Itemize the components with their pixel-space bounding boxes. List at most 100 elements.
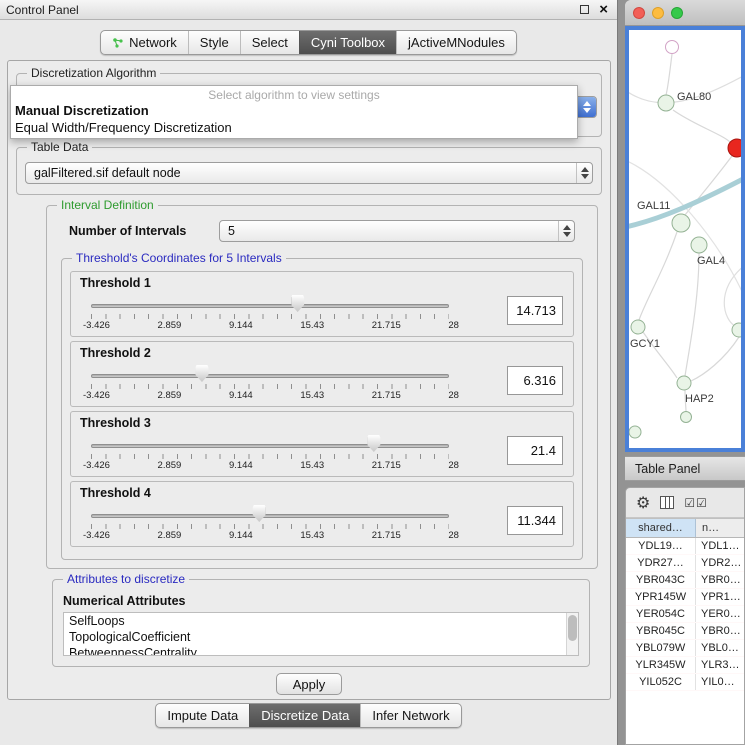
table-cell[interactable]: YDL1… (696, 538, 744, 554)
slider-thumb[interactable] (291, 295, 304, 312)
threshold-4-value-field[interactable]: 11.344 (507, 506, 563, 535)
table-cell[interactable]: YPR1… (696, 589, 744, 605)
table-cell[interactable]: YDR2… (696, 555, 744, 571)
minimize-traffic-light[interactable] (652, 7, 664, 19)
threshold-3-value-field[interactable]: 21.4 (507, 436, 563, 465)
network-node[interactable] (666, 41, 679, 54)
table-row[interactable]: YDR27…YDR2… (626, 555, 744, 572)
slider-thumb[interactable] (195, 365, 208, 382)
network-node[interactable] (691, 237, 707, 253)
table-row[interactable]: YER054CYER0… (626, 606, 744, 623)
slider-track[interactable] (91, 444, 449, 448)
list-scrollbar[interactable] (566, 613, 578, 655)
number-of-intervals-combobox[interactable]: 5 (219, 220, 575, 242)
network-node[interactable] (658, 95, 674, 111)
tab-discretize-data-label: Discretize Data (261, 708, 349, 723)
table-cell[interactable]: YER054C (626, 606, 696, 622)
gear-icon[interactable]: ⚙ (636, 493, 650, 513)
slider-ticks (91, 314, 449, 319)
threshold-1-value-field[interactable]: 14.713 (507, 296, 563, 325)
close-icon[interactable]: × (599, 1, 608, 19)
table-row[interactable]: YLR345WYLR3… (626, 657, 744, 674)
list-item[interactable]: SelfLoops (64, 613, 578, 629)
network-node[interactable] (631, 320, 645, 334)
threshold-4-slider[interactable]: -3.426 2.859 9.144 15.43 21.715 28 (91, 504, 449, 542)
columns-icon[interactable] (660, 496, 674, 509)
tab-discretize-data[interactable]: Discretize Data (249, 704, 360, 727)
network-canvas[interactable]: GAL80GAL11GAL4GCY1HAP2 (625, 26, 745, 452)
threshold-label: Threshold 2 (80, 346, 573, 360)
tab-infer-network-label: Infer Network (372, 708, 449, 723)
table-cell[interactable]: YBR043C (626, 572, 696, 588)
network-node[interactable] (728, 139, 741, 157)
zoom-traffic-light[interactable] (671, 7, 683, 19)
table-cell[interactable]: YPR145W (626, 589, 696, 605)
network-edge[interactable] (666, 54, 672, 95)
network-node[interactable] (681, 412, 692, 423)
list-item[interactable]: BetweennessCentrality (64, 645, 578, 656)
table-cell[interactable]: YBL079W (626, 640, 696, 656)
table-cell[interactable]: YBR0… (696, 623, 744, 639)
network-node[interactable] (732, 323, 741, 337)
table-cell[interactable]: YIL052C (626, 674, 696, 690)
table-cell[interactable]: YLR345W (626, 657, 696, 673)
attributes-group-title: Attributes to discretize (63, 572, 189, 586)
combo-arrows-icon[interactable] (558, 221, 574, 241)
column-header-shared-name[interactable]: shared… (626, 519, 696, 537)
network-edge[interactable] (673, 110, 731, 143)
slider-track[interactable] (91, 304, 449, 308)
slider-tick-labels: -3.426 2.859 9.144 15.43 21.715 28 (83, 390, 459, 401)
table-cell[interactable]: YBR0… (696, 572, 744, 588)
tab-style-label: Style (200, 35, 229, 50)
network-node[interactable] (629, 426, 641, 438)
select-columns-icon[interactable]: ☑☑ (684, 496, 708, 510)
float-window-icon[interactable] (580, 5, 589, 14)
network-edge[interactable] (691, 337, 739, 381)
table-cell[interactable]: YLR3… (696, 657, 744, 673)
threshold-3-slider[interactable]: -3.426 2.859 9.144 15.43 21.715 28 (91, 434, 449, 472)
tab-impute-data[interactable]: Impute Data (156, 704, 249, 727)
list-item[interactable]: TopologicalCoefficient (64, 629, 578, 645)
close-traffic-light[interactable] (633, 7, 645, 19)
combo-arrows-icon[interactable] (576, 163, 592, 183)
network-edge[interactable] (685, 253, 699, 376)
threshold-2-slider[interactable]: -3.426 2.859 9.144 15.43 21.715 28 (91, 364, 449, 402)
table-cell[interactable]: YBL0… (696, 640, 744, 656)
tab-cyni-toolbox[interactable]: Cyni Toolbox (299, 31, 396, 54)
threshold-1-slider[interactable]: -3.426 2.859 9.144 15.43 21.715 28 (91, 294, 449, 332)
table-panel-header[interactable]: Table Panel (625, 456, 745, 481)
tick-label: 2.859 (158, 320, 182, 331)
slider-thumb[interactable] (253, 505, 266, 522)
table-row[interactable]: YDL19…YDL1… (626, 538, 744, 555)
slider-thumb[interactable] (367, 435, 380, 452)
tab-jactivemnodules[interactable]: jActiveMNodules (396, 31, 516, 54)
table-row[interactable]: YIL052CYIL0… (626, 674, 744, 691)
combo-stepper-icon[interactable] (578, 97, 596, 117)
slider-track[interactable] (91, 514, 449, 518)
tick-label: 9.144 (229, 320, 253, 331)
table-cell[interactable]: YER0… (696, 606, 744, 622)
network-node[interactable] (677, 376, 691, 390)
table-row[interactable]: YBR045CYBR0… (626, 623, 744, 640)
table-row[interactable]: YBR043CYBR0… (626, 572, 744, 589)
tick-label: 2.859 (158, 530, 182, 541)
network-node[interactable] (672, 214, 690, 232)
tab-infer-network[interactable]: Infer Network (360, 704, 460, 727)
popup-item-manual-discretization[interactable]: Manual Discretization (11, 102, 577, 119)
tab-select[interactable]: Select (240, 31, 299, 54)
table-cell[interactable]: YDR27… (626, 555, 696, 571)
slider-track[interactable] (91, 374, 449, 378)
table-data-combobox[interactable]: galFiltered.sif default node (25, 162, 593, 184)
table-row[interactable]: YBL079WYBL0… (626, 640, 744, 657)
threshold-2-value-field[interactable]: 6.316 (507, 366, 563, 395)
table-cell[interactable]: YIL0… (696, 674, 744, 690)
apply-button[interactable]: Apply (276, 673, 342, 695)
column-header-name[interactable]: n… (696, 519, 744, 537)
network-edge[interactable] (639, 232, 677, 320)
popup-item-equal-width-frequency[interactable]: Equal Width/Frequency Discretization (11, 119, 577, 136)
table-cell[interactable]: YBR045C (626, 623, 696, 639)
tab-network[interactable]: Network (101, 31, 188, 54)
table-cell[interactable]: YDL19… (626, 538, 696, 554)
tab-style[interactable]: Style (188, 31, 240, 54)
table-row[interactable]: YPR145WYPR1… (626, 589, 744, 606)
